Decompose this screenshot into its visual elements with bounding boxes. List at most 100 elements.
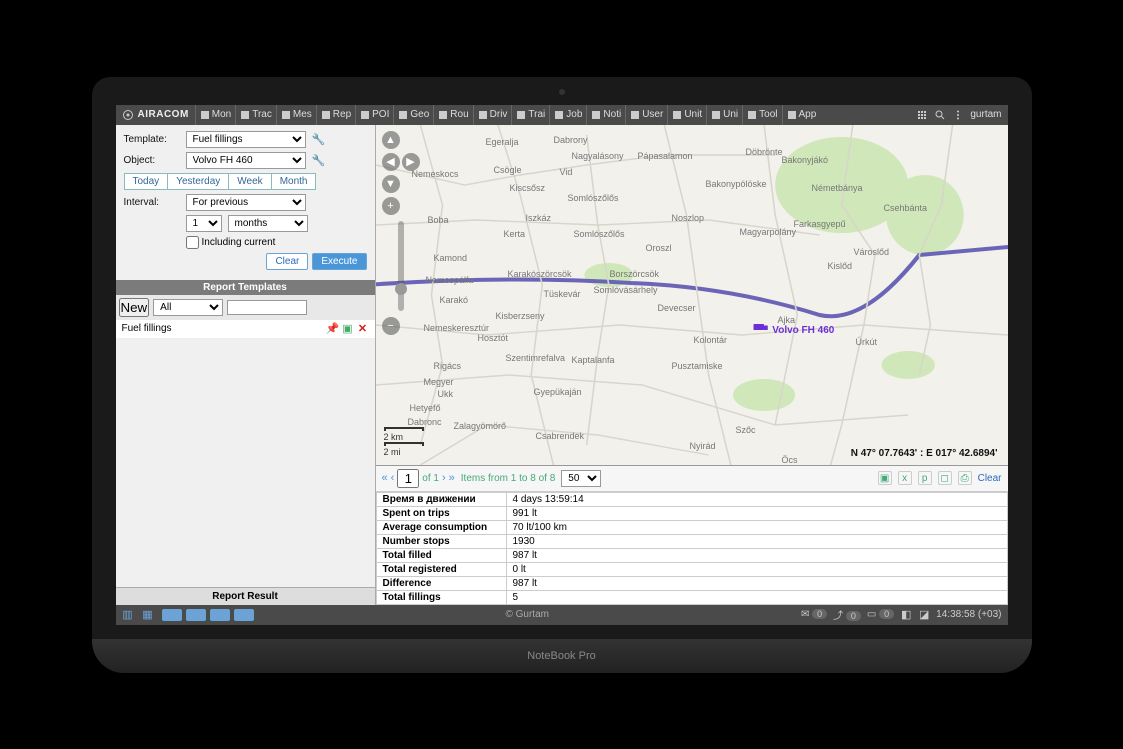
top-tab[interactable]: Unit (667, 105, 706, 125)
object-label: Object: (124, 155, 180, 166)
top-tab[interactable]: Rep (316, 105, 355, 125)
top-tab[interactable]: Mon (195, 105, 235, 125)
top-tab[interactable]: App (782, 105, 821, 125)
map-place-label: Dabronc (408, 417, 442, 427)
top-tab[interactable]: Trai (511, 105, 549, 125)
vehicle-state-icon[interactable] (162, 609, 182, 621)
user-name[interactable]: gurtam (970, 109, 1001, 120)
clear-results-link[interactable]: Clear (978, 473, 1002, 484)
top-tab[interactable]: Noti (586, 105, 625, 125)
top-tab[interactable]: Tool (742, 105, 781, 125)
map-place-label: Bakonypölöske (706, 179, 767, 189)
map-back-icon[interactable]: ◀ (382, 153, 400, 171)
map-place-label: Borszörcsök (610, 269, 660, 279)
map-place-label: Kolontár (694, 335, 728, 345)
map-place-label: Nyirád (690, 441, 716, 451)
pager-last-icon[interactable]: » (449, 472, 455, 484)
clock: 14:38:58 (+03) (936, 609, 1001, 620)
print-icon[interactable]: ⎙ (958, 471, 972, 485)
pager-page-input[interactable] (397, 469, 419, 488)
map-place-label: Pápasalamon (638, 151, 693, 161)
top-tab[interactable]: Mes (276, 105, 316, 125)
pager-prev-icon[interactable]: ‹ (391, 472, 395, 484)
template-filter-select[interactable]: All (153, 299, 223, 316)
map-coords: N 47° 07.7643' : E 017° 42.6894' (851, 448, 998, 459)
clear-button[interactable]: Clear (266, 253, 308, 270)
map-place-label: Iszkáz (526, 213, 552, 223)
map-zoom-slider[interactable] (398, 221, 404, 311)
copyright: © Gurtam (262, 609, 793, 620)
map-place-label: Rigács (434, 361, 462, 371)
map-place-label: Németbánya (812, 183, 863, 193)
laptop-camera (559, 89, 565, 95)
map-place-label: Kislőd (828, 261, 853, 271)
vehicle-state-icon[interactable] (234, 609, 254, 621)
map-place-label: Hetyefő (410, 403, 441, 413)
time-tab[interactable]: Week (229, 173, 271, 190)
table-row: Average consumption70 lt/100 km (376, 520, 1007, 534)
object-select[interactable]: Volvo FH 460 (186, 152, 306, 169)
top-tab[interactable]: Driv (473, 105, 512, 125)
top-tab[interactable]: User (625, 105, 667, 125)
logout-icon[interactable]: ◪ (918, 609, 930, 621)
interval-mode-select[interactable]: For previous (186, 194, 306, 211)
interval-value-select[interactable]: 1 (186, 215, 222, 232)
template-list-item[interactable]: Fuel fillings 📌 ▣ ✕ (116, 320, 375, 339)
map-place-label: Városlőd (854, 247, 890, 257)
table-row: Время в движении4 days 13:59:14 (376, 492, 1007, 506)
pin-icon[interactable]: 📌 (327, 323, 339, 335)
pager-first-icon[interactable]: « (382, 472, 388, 484)
wrench-icon[interactable]: 🔧 (312, 154, 326, 167)
wrench-icon[interactable]: 🔧 (312, 133, 326, 146)
map-north-icon[interactable]: ▲ (382, 131, 400, 149)
export-image-icon[interactable]: ▣ (878, 471, 892, 485)
top-tab[interactable]: Trac (235, 105, 276, 125)
top-tabs: MonTracMesRepPOIGeoRouDrivTraiJobNotiUse… (195, 105, 911, 125)
top-tab[interactable]: Rou (433, 105, 472, 125)
top-tab[interactable]: POI (355, 105, 393, 125)
map-center-icon[interactable]: ▼ (382, 175, 400, 193)
template-select[interactable]: Fuel fillings (186, 131, 306, 148)
table-row: Spent on trips991 lt (376, 506, 1007, 520)
sound-icon[interactable]: ◧ (900, 609, 912, 621)
more-icon[interactable] (952, 109, 964, 121)
grid-icon[interactable]: ▦ (142, 609, 154, 621)
copy-icon[interactable]: ▣ (342, 323, 354, 335)
top-tab[interactable]: Uni (706, 105, 742, 125)
vehicle-state-icon[interactable] (210, 609, 230, 621)
pager-of-label: of 1 (422, 473, 439, 484)
time-tab[interactable]: Month (272, 173, 317, 190)
execute-button[interactable]: Execute (312, 253, 366, 270)
time-tab[interactable]: Today (124, 173, 169, 190)
export-excel-icon[interactable]: x (898, 471, 912, 485)
template-search-input[interactable] (227, 300, 307, 315)
brand-text: AIRACOM (138, 109, 189, 120)
map-unit-marker[interactable]: Volvo FH 460 (752, 321, 835, 336)
new-template-button[interactable]: New (119, 298, 150, 317)
vehicle-state-icon[interactable] (186, 609, 206, 621)
status-badge: ✉ 0 (801, 609, 827, 620)
time-tab[interactable]: Yesterday (168, 173, 229, 190)
map-zoom-out-icon[interactable]: − (382, 317, 400, 335)
top-tab[interactable]: Geo (393, 105, 433, 125)
map-fwd-icon[interactable]: ▶ (402, 153, 420, 171)
brand-logo: AIRACOM (122, 109, 189, 121)
delete-icon[interactable]: ✕ (357, 323, 369, 335)
map-place-label: Devecser (658, 303, 696, 313)
pager-next-icon[interactable]: › (442, 472, 446, 484)
export-window-icon[interactable]: ◻ (938, 471, 952, 485)
page-size-select[interactable]: 50 (561, 470, 601, 487)
including-current-checkbox[interactable] (186, 236, 199, 249)
apps-icon[interactable] (916, 109, 928, 121)
search-icon[interactable] (934, 109, 946, 121)
map[interactable]: EgeraljaDabronyNagyalásonyPápasalamonDöb… (376, 125, 1008, 466)
interval-unit-select[interactable]: months (228, 215, 308, 232)
table-row: Difference987 lt (376, 576, 1007, 590)
map-zoom-in-icon[interactable]: + (382, 197, 400, 215)
top-tab[interactable]: Job (549, 105, 586, 125)
export-pdf-icon[interactable]: p (918, 471, 932, 485)
pager-summary: Items from 1 to 8 of 8 (461, 473, 555, 484)
layout-icon[interactable]: ▥ (122, 609, 134, 621)
map-unit-label: Volvo FH 460 (772, 325, 834, 336)
sidebar: Template: Fuel fillings 🔧 Object: Volvo … (116, 125, 376, 605)
